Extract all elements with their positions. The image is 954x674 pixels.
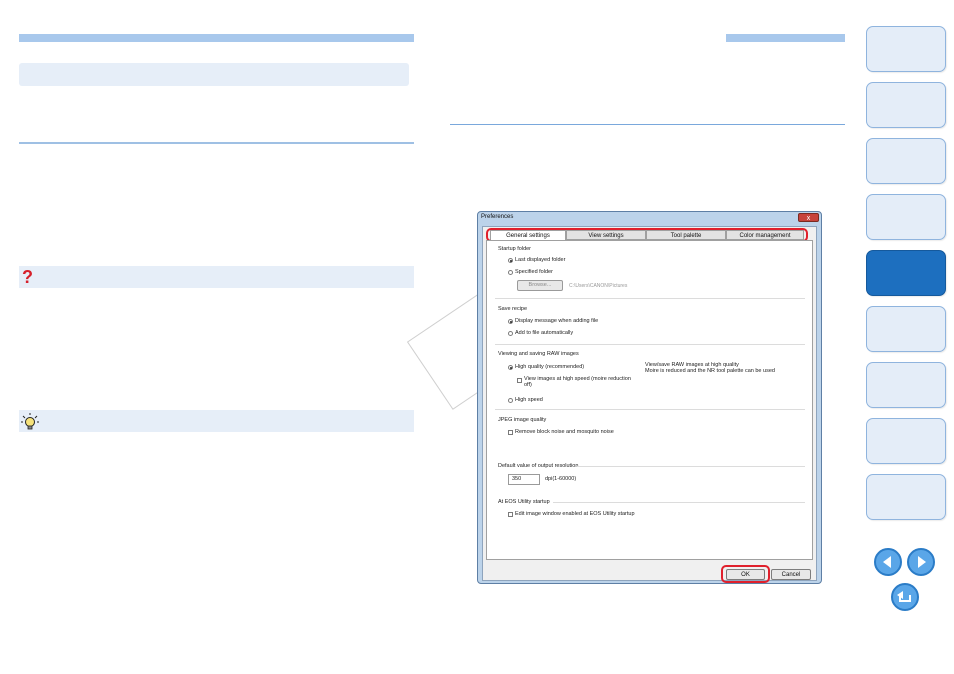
section-divider — [19, 142, 414, 144]
view-high-speed-checkbox[interactable] — [517, 378, 522, 383]
high-quality-label: High quality (recommended) — [515, 364, 585, 370]
add-automatically-radio[interactable] — [508, 331, 513, 336]
add-automatically-label: Add to file automatically — [515, 330, 574, 336]
jpeg-quality-heading: JPEG image quality — [498, 417, 547, 423]
note-bar — [19, 266, 414, 288]
nav-tab-3[interactable] — [866, 138, 946, 184]
group-divider — [553, 502, 805, 503]
viewing-raw-heading: Viewing and saving RAW images — [498, 351, 579, 357]
close-button[interactable]: x — [798, 213, 819, 222]
arrow-right-icon[interactable] — [907, 548, 935, 576]
section-header-bar-right — [726, 34, 845, 42]
nav-tab-8[interactable] — [866, 418, 946, 464]
question-icon: ? — [22, 267, 33, 287]
arrow-left-icon[interactable] — [874, 548, 902, 576]
specified-folder-radio[interactable] — [508, 270, 513, 275]
resolution-input[interactable]: 350 — [508, 474, 540, 485]
dialog-title: Preferences — [481, 214, 514, 220]
remove-noise-checkbox[interactable] — [508, 430, 513, 435]
high-speed-radio[interactable] — [508, 398, 513, 403]
eos-startup-heading: At EOS Utility startup — [498, 499, 550, 505]
display-message-radio[interactable] — [508, 319, 513, 324]
nav-tab-4[interactable] — [866, 194, 946, 240]
tip-bar — [19, 410, 414, 432]
view-high-speed-label-1: View images at high speed (moire reducti… — [524, 376, 631, 382]
startup-folder-heading: Startup folder — [498, 246, 532, 252]
section-header-bar — [19, 34, 414, 42]
view-high-speed-label-2: off) — [524, 382, 532, 388]
nav-tab-5[interactable] — [866, 250, 946, 296]
high-speed-label: High speed — [515, 397, 543, 403]
group-divider — [577, 466, 805, 467]
lightbulb-icon — [20, 412, 40, 432]
group-divider — [495, 409, 805, 410]
output-resolution-heading: Default value of output resolution — [498, 463, 579, 469]
last-displayed-label: Last displayed folder — [515, 257, 566, 263]
group-divider — [495, 298, 805, 299]
display-message-label: Display message when adding file — [515, 318, 599, 324]
group-divider — [495, 344, 805, 345]
nav-tab-2[interactable] — [866, 82, 946, 128]
nav-tab-9[interactable] — [866, 474, 946, 520]
raw-description-line2: Moire is reduced and the NR tool palette… — [645, 368, 775, 374]
specified-folder-label: Specified folder — [515, 269, 553, 275]
nav-tab-1[interactable] — [866, 26, 946, 72]
resolution-unit: dpi(1-60000) — [545, 476, 577, 482]
section-divider-right — [450, 124, 845, 125]
folder-path: C:\Users\CANON\Pictures — [569, 283, 628, 289]
return-icon[interactable] — [891, 583, 919, 611]
general-settings-panel: Startup folder Last displayed folder Spe… — [486, 240, 813, 560]
nav-tab-6[interactable] — [866, 306, 946, 352]
browse-button[interactable]: Browse... — [517, 280, 563, 291]
nav-tab-7[interactable] — [866, 362, 946, 408]
edit-window-label: Edit image window enabled at EOS Utility… — [515, 511, 635, 517]
subheading-bar — [19, 63, 409, 86]
save-recipe-heading: Save recipe — [498, 306, 528, 312]
ok-highlight-outline — [721, 565, 770, 583]
high-quality-radio[interactable] — [508, 365, 513, 370]
remove-noise-label: Remove block noise and mosquito noise — [515, 429, 614, 435]
last-displayed-radio[interactable] — [508, 258, 513, 263]
cancel-button[interactable]: Cancel — [771, 569, 811, 580]
preferences-dialog: Preferences x General settings View sett… — [477, 211, 822, 584]
edit-window-checkbox[interactable] — [508, 512, 513, 517]
dialog-body: General settings View settings Tool pale… — [482, 226, 817, 583]
